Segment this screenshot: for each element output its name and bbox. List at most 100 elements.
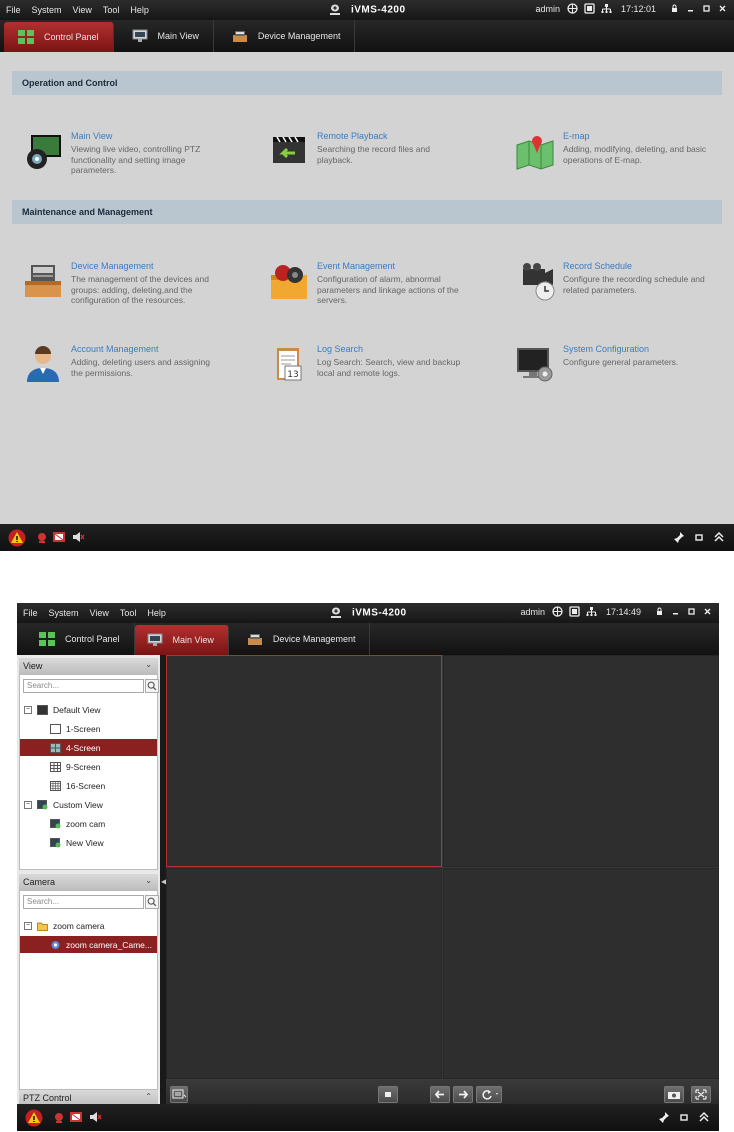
item-description: Adding, modifying, deleting, and basic o… <box>563 144 707 165</box>
item-emap[interactable]: E-map Adding, modifying, deleting, and b… <box>515 131 734 187</box>
minimize-icon[interactable] <box>685 3 696 14</box>
chevron-up-icon[interactable]: ⌃ <box>145 1092 152 1101</box>
tree-custom-view[interactable]: − Custom View <box>20 796 157 813</box>
video-window-1[interactable] <box>166 655 442 867</box>
video-window-2[interactable] <box>443 655 719 867</box>
tab-device-management[interactable]: Device Management <box>229 623 371 655</box>
map-icon <box>516 136 554 170</box>
alarm-warning-icon[interactable] <box>25 1109 43 1127</box>
camera-search-input[interactable]: Search... <box>23 895 144 909</box>
collapse-toggle[interactable]: − <box>24 705 32 714</box>
maximize-icon[interactable] <box>686 606 697 617</box>
menu-help[interactable]: Help <box>147 608 166 618</box>
restore-window-icon[interactable] <box>677 1110 691 1124</box>
menu-system[interactable]: System <box>32 5 62 15</box>
event-camera-icon[interactable] <box>69 1110 83 1124</box>
restore-window-icon[interactable] <box>692 530 706 544</box>
cycle-button[interactable] <box>476 1086 502 1103</box>
item-remote-playback[interactable]: Remote Playback Searching the record fil… <box>269 131 499 187</box>
menu-system[interactable]: System <box>49 608 79 618</box>
menu-file[interactable]: File <box>6 5 21 15</box>
menu-help[interactable]: Help <box>130 5 149 15</box>
globe-icon[interactable] <box>552 606 563 617</box>
tab-label: Main View <box>157 31 199 41</box>
tree-new-view[interactable]: New View <box>20 834 157 851</box>
pin-icon[interactable] <box>672 530 686 544</box>
menu-tool[interactable]: Tool <box>103 5 120 15</box>
close-icon[interactable] <box>717 3 728 14</box>
chevron-down-icon[interactable]: ⌄ <box>145 876 152 885</box>
next-page-button[interactable] <box>453 1086 473 1103</box>
tab-main-view[interactable]: Main View <box>114 20 214 52</box>
user-account-icon <box>27 346 59 382</box>
folder-icon <box>37 922 48 931</box>
double-chevron-up-icon[interactable] <box>712 530 726 544</box>
item-title: Event Management <box>317 261 396 271</box>
alarm-sound-icon[interactable] <box>52 1110 66 1124</box>
tree-camera-group[interactable]: − zoom camera <box>20 917 157 934</box>
network-icon[interactable] <box>601 3 612 14</box>
collapse-toggle[interactable]: − <box>24 921 32 930</box>
tree-16-screen[interactable]: 16-Screen <box>20 777 157 794</box>
tree-4-screen[interactable]: 4-Screen <box>20 739 157 756</box>
playback-icon <box>273 136 305 163</box>
fullscreen-button[interactable] <box>691 1086 711 1103</box>
event-camera-icon[interactable] <box>52 530 66 544</box>
maximize-icon[interactable] <box>701 3 712 14</box>
menu-file[interactable]: File <box>23 608 38 618</box>
pin-icon[interactable] <box>657 1110 671 1124</box>
item-title: E-map <box>563 131 590 141</box>
tab-device-management[interactable]: Device Management <box>214 20 356 52</box>
item-system-configuration[interactable]: System Configuration Configure general p… <box>515 344 734 400</box>
tab-main-view[interactable]: Main View <box>134 625 229 655</box>
network-icon[interactable] <box>586 606 597 617</box>
svg-text:13: 13 <box>287 370 298 380</box>
menu-view[interactable]: View <box>73 5 92 15</box>
lock-icon[interactable] <box>669 3 680 14</box>
sixteen-screen-icon <box>50 780 61 791</box>
menu-view[interactable]: View <box>90 608 109 618</box>
mute-icon[interactable] <box>88 1110 102 1124</box>
previous-page-button[interactable] <box>430 1086 450 1103</box>
item-device-management[interactable]: Device Management The management of the … <box>23 261 253 317</box>
item-record-schedule[interactable]: Record Schedule Configure the recording … <box>515 261 734 317</box>
tab-control-panel[interactable]: Control Panel <box>21 623 135 655</box>
menu-tool[interactable]: Tool <box>120 608 137 618</box>
video-window-3[interactable] <box>166 868 442 1079</box>
item-event-management[interactable]: Event Management Configuration of alarm,… <box>269 261 499 317</box>
tree-default-view[interactable]: − Default View <box>20 701 157 718</box>
chevron-down-icon[interactable]: ⌄ <box>145 660 152 669</box>
item-main-view[interactable]: Main View Viewing live video, controllin… <box>23 131 253 187</box>
close-icon[interactable] <box>702 606 713 617</box>
alarm-sound-icon[interactable] <box>35 530 49 544</box>
lock-screen-icon[interactable] <box>569 606 580 617</box>
main-view-icon <box>27 135 61 169</box>
search-icon[interactable] <box>145 895 159 909</box>
tab-control-panel[interactable]: Control Panel <box>4 22 114 52</box>
collapse-toggle[interactable]: − <box>24 800 32 809</box>
tree-camera-item[interactable]: zoom camera_Came... <box>20 936 157 953</box>
minimize-icon[interactable] <box>670 606 681 617</box>
search-icon[interactable] <box>145 679 159 693</box>
alarm-warning-icon[interactable] <box>8 529 26 547</box>
snapshot-button[interactable] <box>664 1086 684 1103</box>
view-search-input[interactable]: Search... <box>23 679 144 693</box>
app-title-text: iVMS-4200 <box>350 4 406 16</box>
item-account-management[interactable]: Account Management Adding, deleting user… <box>23 344 253 400</box>
view-panel-header[interactable]: View ⌄ <box>19 658 158 674</box>
lock-screen-icon[interactable] <box>584 3 595 14</box>
globe-icon[interactable] <box>567 3 578 14</box>
layout-icon <box>172 1089 187 1099</box>
video-window-4[interactable] <box>443 868 719 1079</box>
double-chevron-up-icon[interactable] <box>697 1110 711 1124</box>
camera-panel-header[interactable]: Camera ⌄ <box>19 874 158 890</box>
lock-icon[interactable] <box>654 606 665 617</box>
tree-zoom-cam[interactable]: zoom cam <box>20 815 157 832</box>
screen-layout-button[interactable] <box>170 1086 188 1103</box>
mute-icon[interactable] <box>71 530 85 544</box>
tab-label: Control Panel <box>65 634 120 644</box>
tree-9-screen[interactable]: 9-Screen <box>20 758 157 775</box>
item-log-search[interactable]: 13 Log Search Log Search: Search, view a… <box>269 344 499 400</box>
tree-1-screen[interactable]: 1-Screen <box>20 720 157 737</box>
stop-all-button[interactable] <box>378 1086 398 1103</box>
